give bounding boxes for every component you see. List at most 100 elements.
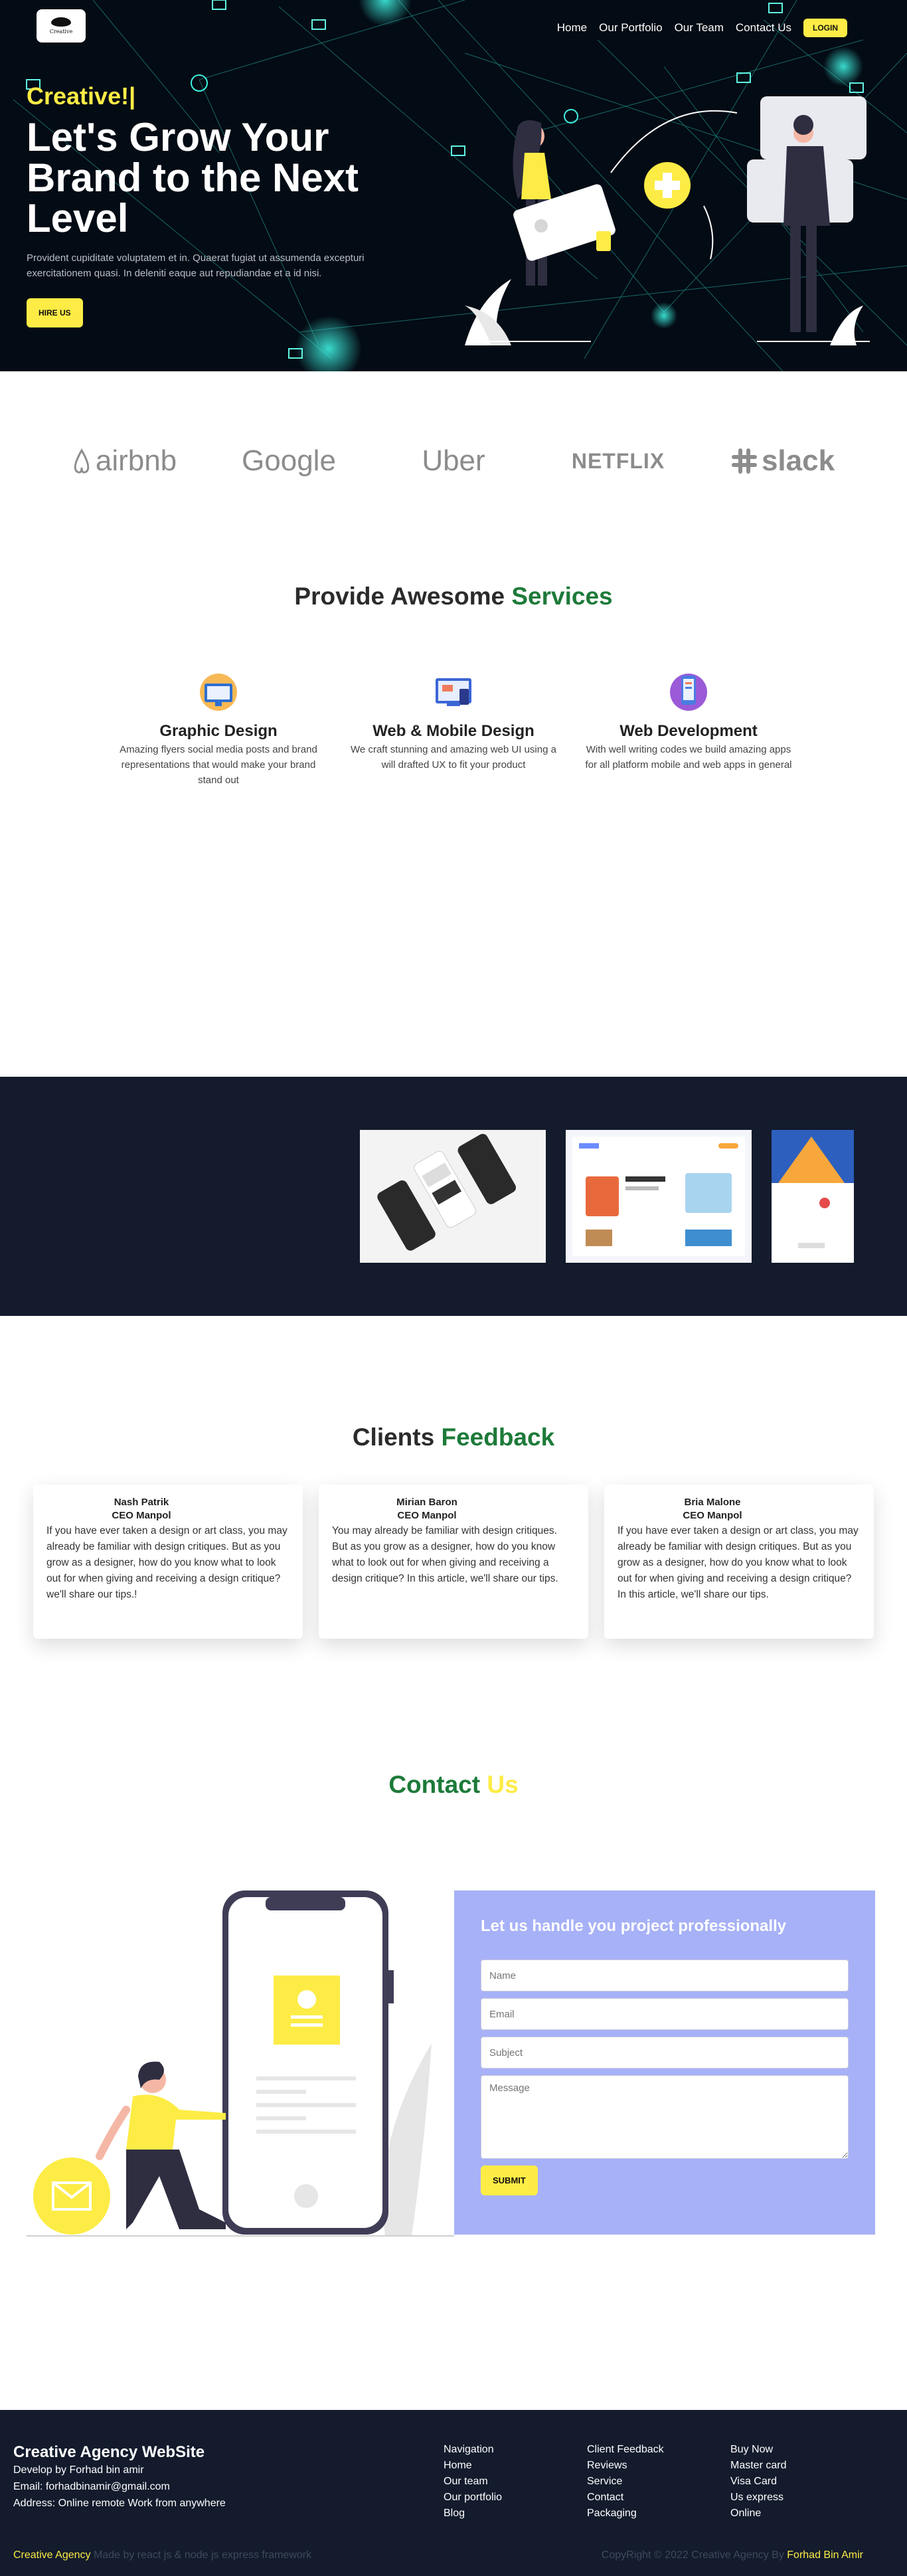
footer-developer: Develop by Forhad bin amir xyxy=(13,2464,144,2476)
feedback-title: Clients Feedback xyxy=(0,1424,907,1451)
feedback-card: Mirian Baron CEO Manpol You may already … xyxy=(319,1485,588,1639)
nav-team-link[interactable]: Our Team xyxy=(675,21,724,35)
footer-link[interactable]: Home xyxy=(444,2458,502,2474)
footer-link[interactable]: Packaging xyxy=(587,2506,664,2522)
web-development-icon xyxy=(670,674,707,711)
contact-illustration xyxy=(27,1890,454,2237)
hire-us-button[interactable]: HIRE US xyxy=(27,298,83,327)
footer-link[interactable]: Online xyxy=(730,2506,786,2522)
client-quote: If you have ever taken a design or art c… xyxy=(46,1525,288,1600)
footer-address: Address: Online remote Work from anywher… xyxy=(13,2498,226,2509)
hero-illustration xyxy=(465,96,870,345)
hero-description: Provident cupiditate voluptatem et in. Q… xyxy=(27,252,365,279)
footer-link[interactable]: Contact xyxy=(587,2490,664,2506)
eye-logo-icon xyxy=(51,17,71,27)
app-promo-mockup-image xyxy=(772,1130,854,1263)
services-section: Provide Awesome Services Graphic Design … xyxy=(0,551,907,1077)
portfolio-item[interactable] xyxy=(566,1130,752,1263)
footer-link[interactable]: Client Feedback xyxy=(587,2442,664,2458)
client-role: CEO Manpol xyxy=(683,1510,742,1521)
footer-nav-column: Navigation Home Our team Our portfolio B… xyxy=(444,2442,502,2522)
name-input[interactable] xyxy=(481,1960,849,1991)
site-footer: Creative Agency WebSite Develop by Forha… xyxy=(0,2410,907,2576)
login-button[interactable]: LOGIN xyxy=(803,19,847,37)
message-textarea[interactable] xyxy=(481,2075,849,2159)
google-wordmark: Google xyxy=(242,444,336,477)
footer-link[interactable]: Our team xyxy=(444,2474,502,2490)
footer-link[interactable]: Reviews xyxy=(587,2458,664,2474)
footer-link[interactable]: Buy Now xyxy=(730,2442,786,2458)
nav-contact-link[interactable]: Contact Us xyxy=(736,21,791,35)
services-grid: Graphic Design Amazing flyers social med… xyxy=(0,669,907,788)
contact-title-main: Contact xyxy=(388,1771,481,1798)
service-card[interactable]: Web & Mobile Design We craft stunning an… xyxy=(348,669,559,788)
subject-input[interactable] xyxy=(481,2037,849,2069)
client-quote: If you have ever taken a design or art c… xyxy=(618,1525,859,1600)
feedback-cards: Nash Patrik CEO Manpol If you have ever … xyxy=(0,1485,907,1639)
main-menu: Home Our Portfolio Our Team Contact Us L… xyxy=(557,19,847,37)
footer-info-column: Client Feedback Reviews Service Contact … xyxy=(587,2442,664,2522)
mobile-app-mockup-image xyxy=(360,1130,546,1263)
footer-link[interactable]: Our portfolio xyxy=(444,2490,502,2506)
hero-tagline: Creative!| xyxy=(27,82,136,110)
service-title: Graphic Design xyxy=(159,722,278,740)
airbnb-icon xyxy=(74,448,90,474)
footer-about: Creative Agency WebSite Develop by Forha… xyxy=(13,2443,226,2512)
footer-brand: Creative Agency xyxy=(13,2549,91,2561)
submit-button[interactable]: SUBMIT xyxy=(481,2165,538,2195)
footer-link[interactable]: Navigation xyxy=(444,2442,502,2458)
footer-link[interactable]: Us express xyxy=(730,2490,786,2506)
service-text: We craft stunning and amazing web UI usi… xyxy=(351,744,556,771)
footer-tech-note: Made by react js & node js express frame… xyxy=(93,2549,312,2561)
services-title-main: Provide Awesome xyxy=(294,583,505,610)
google-logo: Google xyxy=(206,444,371,478)
hero-section: Creative Home Our Portfolio Our Team Con… xyxy=(0,0,907,371)
hero-title-line-1: Let's Grow Your xyxy=(27,115,329,159)
uber-logo: Uber xyxy=(371,444,536,478)
client-quote: You may already be familiar with design … xyxy=(332,1525,558,1584)
uber-wordmark: Uber xyxy=(422,444,485,477)
hero-title: Let's Grow Your Brand to the Next Level xyxy=(27,117,425,238)
contact-title-accent: Us xyxy=(487,1771,519,1798)
hero-copy: Creative!| Let's Grow Your Brand to the … xyxy=(27,82,425,327)
netflix-logo: NETFLIX xyxy=(536,449,701,474)
portfolio-item[interactable] xyxy=(772,1130,854,1263)
footer-email: Email: forhadbinamir@gmail.com xyxy=(13,2481,170,2492)
portfolio-item[interactable] xyxy=(360,1130,546,1263)
netflix-wordmark: NETFLIX xyxy=(571,448,665,473)
client-feedback-section: Clients Feedback Nash Patrik CEO Manpol … xyxy=(0,1316,907,1734)
form-title: Let us handle you project professionally xyxy=(481,1917,787,1935)
footer-copyright: CopyRight © 2022 Creative Agency By Forh… xyxy=(602,2549,863,2561)
brand-logo[interactable]: Creative xyxy=(37,9,86,43)
feedback-card: Nash Patrik CEO Manpol If you have ever … xyxy=(33,1485,303,1639)
services-title: Provide Awesome Services xyxy=(0,583,907,610)
footer-credit: Creative Agency Made by react js & node … xyxy=(13,2549,311,2561)
web-mobile-design-icon xyxy=(436,678,471,706)
client-name: Bria Malone xyxy=(684,1497,741,1508)
footer-link[interactable]: Master card xyxy=(730,2458,786,2474)
service-card[interactable]: Graphic Design Amazing flyers social med… xyxy=(113,669,324,788)
copyright-text: CopyRight © 2022 Creative Agency By xyxy=(601,2549,784,2561)
client-name: Mirian Baron xyxy=(396,1497,457,1508)
footer-link[interactable]: Blog xyxy=(444,2506,502,2522)
service-card[interactable]: Web Development With well writing codes … xyxy=(583,669,794,788)
contact-title: Contact Us xyxy=(0,1771,907,1799)
nav-home-link[interactable]: Home xyxy=(557,21,587,35)
airbnb-logo: airbnb xyxy=(42,444,206,478)
footer-link[interactable]: Visa Card xyxy=(730,2474,786,2490)
services-title-accent: Services xyxy=(511,583,613,610)
contact-section: Contact Us Let us handle you project pro… xyxy=(0,1734,907,2410)
airbnb-wordmark: airbnb xyxy=(95,444,177,477)
email-input[interactable] xyxy=(481,1998,849,2030)
portfolio-carousel xyxy=(0,1077,907,1316)
footer-link[interactable]: Service xyxy=(587,2474,664,2490)
graphic-design-icon xyxy=(200,674,237,711)
logo-text: Creative xyxy=(49,29,73,35)
feedback-title-accent: Feedback xyxy=(441,1424,555,1451)
nav-portfolio-link[interactable]: Our Portfolio xyxy=(599,21,662,35)
contact-form: Let us handle you project professionally… xyxy=(454,1890,875,2235)
client-role: CEO Manpol xyxy=(397,1510,457,1521)
feedback-title-main: Clients xyxy=(352,1424,435,1451)
partner-logos: airbnb Google Uber NETFLIX slack xyxy=(0,371,907,551)
author-name: Forhad Bin Amir xyxy=(787,2549,863,2561)
